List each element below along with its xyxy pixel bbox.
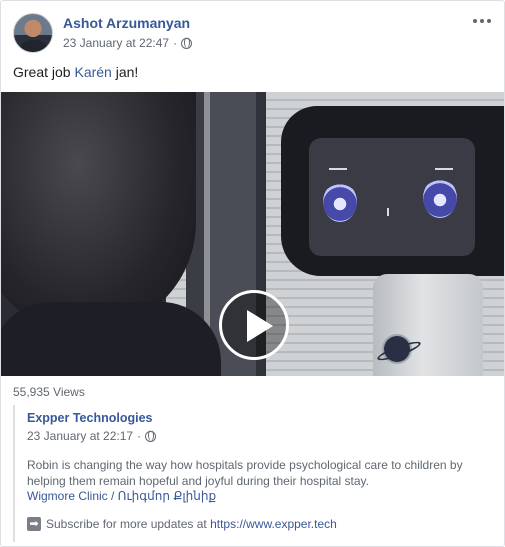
- shared-description: Robin is changing the way how hospitals …: [27, 458, 487, 505]
- more-options-icon[interactable]: [470, 9, 494, 33]
- subscribe-line: ➡ Subscribe for more updates at https://…: [27, 517, 337, 531]
- robot-left-eye: [323, 182, 357, 222]
- post-meta: 23 January at 22:47 ·: [63, 36, 193, 50]
- shared-timestamp[interactable]: 23 January at 22:17: [27, 429, 133, 443]
- avatar-shirt: [20, 40, 48, 52]
- play-button[interactable]: [219, 290, 289, 360]
- robot-left-brow: [329, 168, 347, 170]
- location-link[interactable]: Wigmore Clinic / Ուիգմոր Քլինիք: [27, 489, 216, 503]
- robot-right-eye: [423, 178, 457, 218]
- subscribe-text: Subscribe for more updates at: [46, 517, 211, 531]
- post-text: Great job Karén jan!: [13, 64, 138, 80]
- planet-decal-icon: [384, 336, 410, 362]
- video-robot-screen: [309, 138, 475, 256]
- shared-page-name[interactable]: Expper Technologies: [27, 411, 153, 425]
- robot-mouth: [387, 208, 389, 216]
- post-text-prefix: Great job: [13, 64, 75, 80]
- shared-description-text: Robin is changing the way how hospitals …: [27, 458, 463, 488]
- shared-post: Expper Technologies 23 January at 22:17 …: [13, 405, 491, 542]
- view-count: 55,935 Views: [13, 385, 85, 399]
- video-player[interactable]: [1, 92, 504, 376]
- shared-globe-icon[interactable]: [145, 430, 157, 442]
- author-avatar[interactable]: [13, 13, 53, 53]
- video-child-head: [1, 92, 196, 332]
- robot-right-brow: [435, 168, 453, 170]
- video-child-body: [1, 302, 221, 376]
- mention-link[interactable]: Karén: [74, 64, 111, 80]
- play-icon: [247, 310, 273, 342]
- website-link[interactable]: https://www.expper.tech: [210, 517, 337, 531]
- post-text-suffix: jan!: [111, 64, 139, 80]
- shared-meta: 23 January at 22:17 ·: [27, 429, 157, 443]
- video-robot-body: [373, 274, 483, 376]
- globe-icon[interactable]: [181, 37, 193, 49]
- post-card: Ashot Arzumanyan 23 January at 22:47 · G…: [0, 0, 505, 547]
- author-name[interactable]: Ashot Arzumanyan: [63, 15, 190, 31]
- shared-meta-separator: ·: [137, 429, 142, 443]
- meta-separator: ·: [173, 36, 178, 50]
- post-timestamp[interactable]: 23 January at 22:47: [63, 36, 169, 50]
- arrow-right-icon: ➡: [27, 517, 41, 531]
